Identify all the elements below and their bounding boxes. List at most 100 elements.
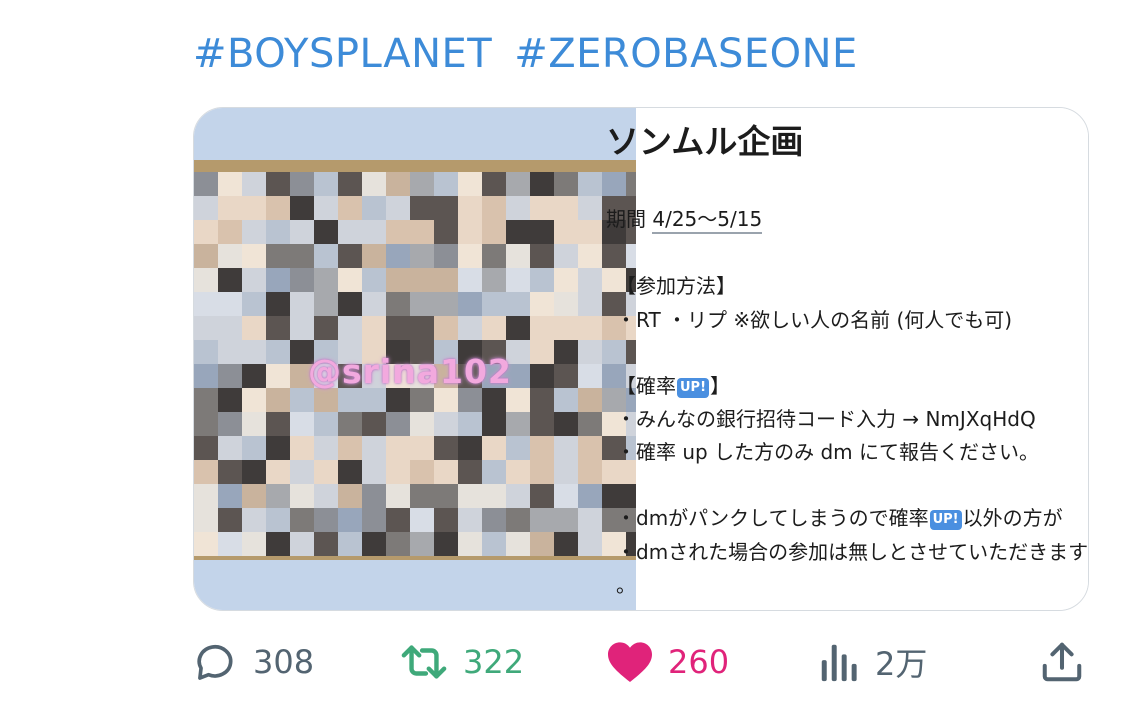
mosaic-tile bbox=[530, 460, 554, 484]
mosaic-tile bbox=[314, 508, 338, 532]
mosaic-tile bbox=[434, 484, 458, 508]
mosaic-tile bbox=[218, 292, 242, 316]
mosaic-tile bbox=[290, 484, 314, 508]
tweet-action-bar: 308 322 260 2万 bbox=[193, 632, 1089, 692]
mosaic-tile bbox=[386, 484, 410, 508]
mosaic-tile bbox=[578, 436, 602, 460]
mosaic-tile bbox=[578, 340, 602, 364]
mosaic-tile bbox=[218, 460, 242, 484]
views-button[interactable]: 2万 bbox=[817, 632, 927, 692]
reply-button[interactable]: 308 bbox=[193, 632, 314, 692]
mosaic-tile bbox=[554, 532, 578, 556]
mosaic-tile bbox=[506, 412, 530, 436]
mosaic-tile bbox=[338, 196, 362, 220]
image-watermark: @srina102 bbox=[308, 352, 512, 391]
mosaic-tile bbox=[218, 364, 242, 388]
tweet-fragment: #BOYSPLANET #ZEROBASEONE @srina102 ソンムル企画… bbox=[0, 0, 1125, 714]
mosaic-tile bbox=[458, 412, 482, 436]
mosaic-tile bbox=[314, 388, 338, 412]
mosaic-tile bbox=[242, 220, 266, 244]
photo-pane[interactable]: @srina102 bbox=[194, 108, 636, 610]
mosaic-tile bbox=[554, 196, 578, 220]
mosaic-tile bbox=[218, 532, 242, 556]
mosaic-tile bbox=[242, 484, 266, 508]
mosaic-tile bbox=[218, 508, 242, 532]
mosaic-tile bbox=[338, 460, 362, 484]
mosaic-tile bbox=[482, 196, 506, 220]
mosaic-tile bbox=[530, 340, 554, 364]
mosaic-tile bbox=[506, 460, 530, 484]
hashtag-link[interactable]: #BOYSPLANET bbox=[193, 31, 492, 77]
mosaic-tile bbox=[602, 244, 626, 268]
mosaic-tile bbox=[266, 484, 290, 508]
mosaic-tile bbox=[314, 532, 338, 556]
mosaic-tile bbox=[314, 316, 338, 340]
mosaic-tile bbox=[434, 172, 458, 196]
doc-line: 期間 4/25〜5/15 bbox=[606, 205, 763, 234]
mosaic-tile bbox=[506, 316, 530, 340]
mosaic-tile bbox=[578, 532, 602, 556]
hashtag-link[interactable]: #ZEROBASEONE bbox=[514, 31, 858, 77]
mosaic-tile bbox=[554, 340, 578, 364]
mosaic-tile bbox=[554, 364, 578, 388]
mosaic-tile bbox=[314, 460, 338, 484]
mosaic-tile bbox=[530, 436, 554, 460]
mosaic-tile bbox=[290, 172, 314, 196]
mosaic-tile bbox=[218, 412, 242, 436]
retweet-button[interactable]: 322 bbox=[399, 632, 524, 692]
mosaic-tile bbox=[242, 388, 266, 412]
up-badge-icon: UP! bbox=[929, 510, 962, 530]
doc-line: ・みんなの銀行招待コード入力 → NmJXqHdQ bbox=[616, 407, 1036, 431]
mosaic-tile bbox=[602, 340, 626, 364]
mosaic-tile bbox=[434, 532, 458, 556]
mosaic-tile bbox=[338, 484, 362, 508]
mosaic-tile bbox=[578, 364, 602, 388]
mosaic-tile bbox=[482, 460, 506, 484]
mosaic-tile bbox=[554, 436, 578, 460]
mosaic-tile bbox=[194, 316, 218, 340]
views-count: 2万 bbox=[875, 645, 928, 683]
mosaic-tile bbox=[242, 196, 266, 220]
mosaic-tile bbox=[290, 436, 314, 460]
mosaic-tile bbox=[242, 532, 266, 556]
mosaic-tile bbox=[386, 412, 410, 436]
mosaic-tile bbox=[578, 460, 602, 484]
mosaic-tile bbox=[362, 172, 386, 196]
mosaic-tile bbox=[578, 292, 602, 316]
share-button[interactable] bbox=[1039, 632, 1085, 692]
mosaic-tile bbox=[410, 460, 434, 484]
mosaic-tile bbox=[530, 268, 554, 292]
mosaic-tile bbox=[362, 508, 386, 532]
mosaic-tile bbox=[554, 220, 578, 244]
mosaic-tile bbox=[362, 412, 386, 436]
mosaic-tile bbox=[554, 412, 578, 436]
mosaic-tile bbox=[266, 316, 290, 340]
mosaic-tile bbox=[530, 196, 554, 220]
mosaic-tile bbox=[338, 388, 362, 412]
mosaic-tile bbox=[410, 412, 434, 436]
media-card[interactable]: @srina102 ソンムル企画 期間 4/25〜5/15 【参加方法】 ・RT… bbox=[193, 107, 1089, 611]
mosaic-tile bbox=[578, 244, 602, 268]
mosaic-tile bbox=[506, 292, 530, 316]
mosaic-tile bbox=[506, 220, 530, 244]
mosaic-tile bbox=[266, 196, 290, 220]
mosaic-tile bbox=[458, 532, 482, 556]
mosaic-tile bbox=[458, 268, 482, 292]
mosaic-tile bbox=[218, 220, 242, 244]
document-image[interactable]: ソンムル企画 期間 4/25〜5/15 【参加方法】 ・RT ・リプ ※欲しい人… bbox=[606, 108, 1088, 610]
mosaic-tile bbox=[290, 220, 314, 244]
mosaic-tile bbox=[458, 508, 482, 532]
like-button[interactable]: 260 bbox=[606, 632, 729, 692]
mosaic-tile bbox=[338, 316, 362, 340]
mosaic-tile bbox=[338, 412, 362, 436]
mosaic-tile bbox=[194, 532, 218, 556]
mosaic-tile bbox=[482, 436, 506, 460]
mosaic-tile bbox=[458, 316, 482, 340]
mosaic-tile bbox=[386, 316, 410, 340]
mosaic-tile bbox=[362, 220, 386, 244]
mosaic-tile bbox=[194, 172, 218, 196]
mosaic-tile bbox=[266, 532, 290, 556]
mosaic-tile bbox=[626, 244, 636, 268]
mosaic-tile bbox=[530, 172, 554, 196]
mosaic-tile bbox=[506, 388, 530, 412]
